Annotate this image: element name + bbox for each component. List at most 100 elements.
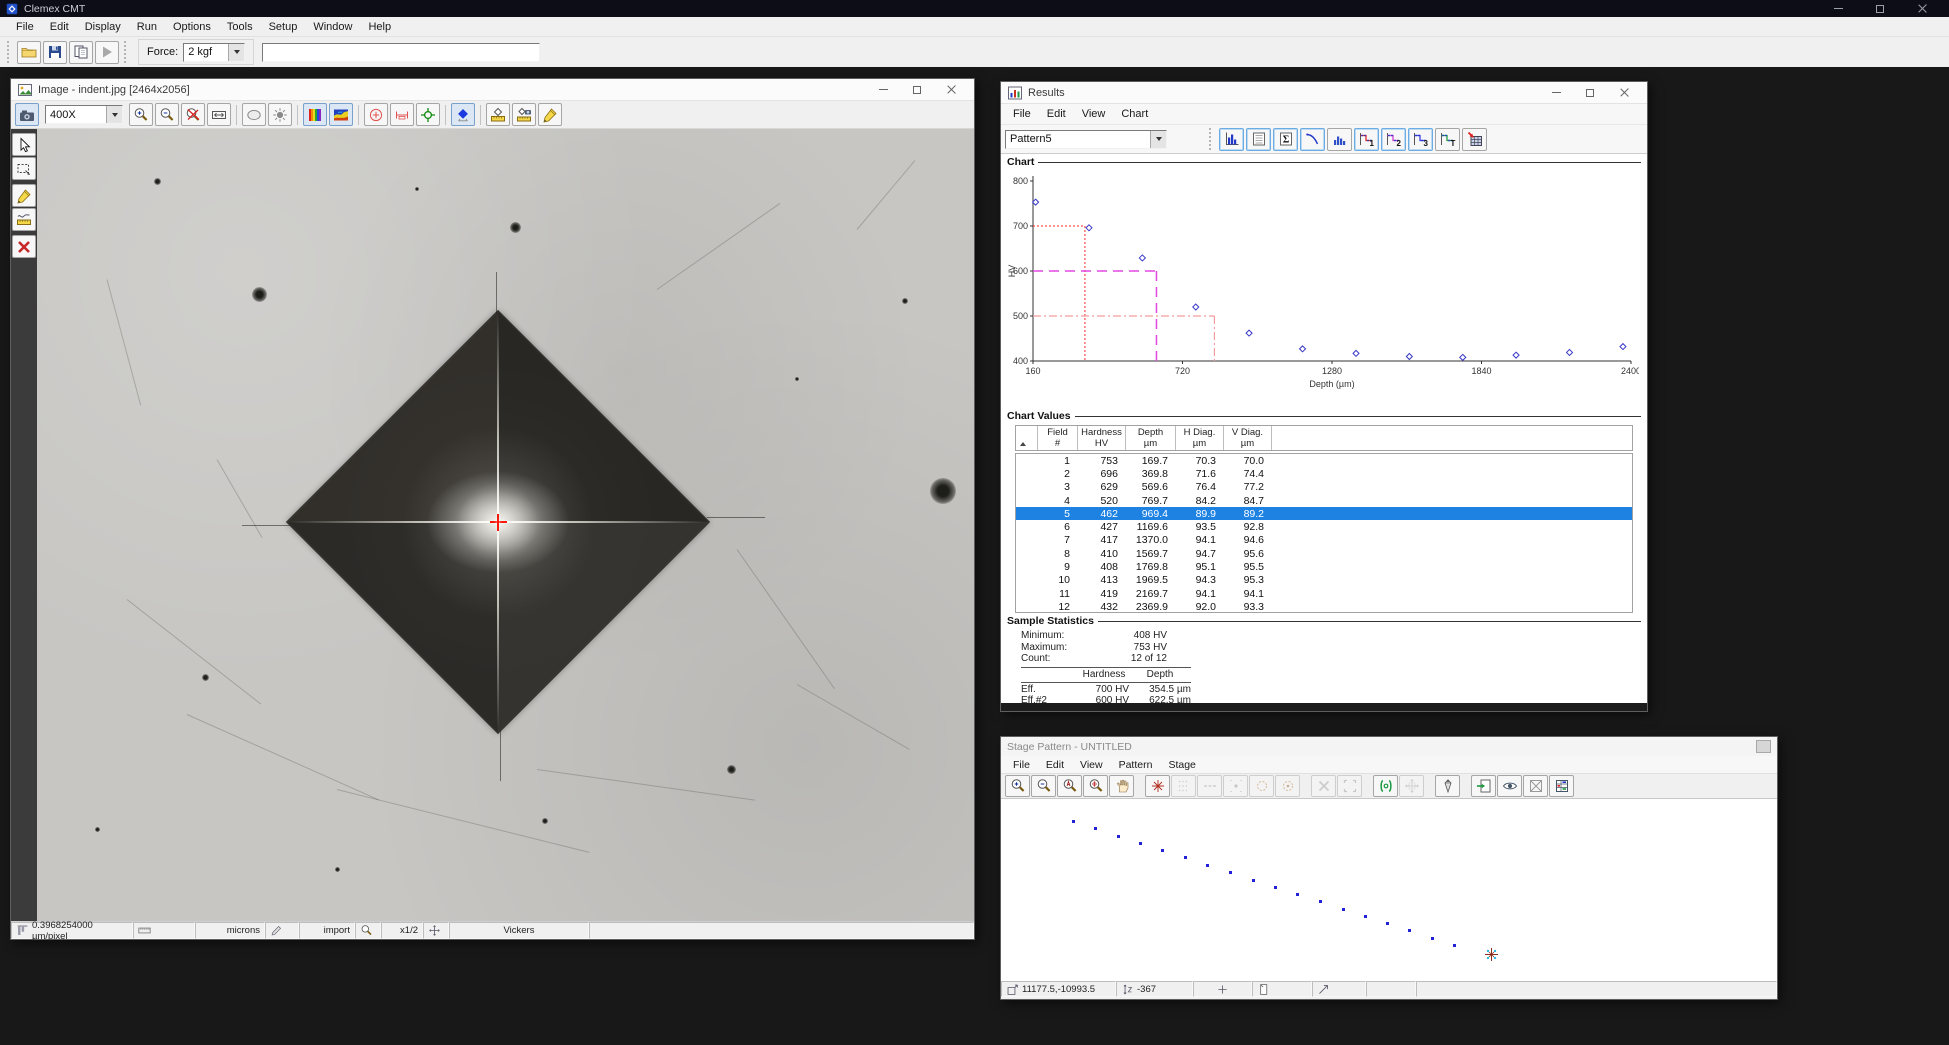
stage-position-marker[interactable] [1484,947,1499,962]
auto-measure-button[interactable] [486,103,510,126]
zoom-in-button[interactable] [1005,775,1030,797]
export-table-button[interactable] [1462,128,1487,151]
calibrate-button[interactable] [1373,775,1398,797]
indent-point[interactable] [1184,856,1187,859]
maximize-button[interactable] [1859,0,1901,17]
threshold-t-button[interactable]: T [1435,128,1460,151]
threshold-1-button[interactable]: 1 [1354,128,1379,151]
window-resize-edge[interactable] [1001,703,1647,711]
column-header[interactable]: Depthµm [1126,426,1176,450]
chart-histogram-button[interactable] [1219,128,1244,151]
zoom-in-button[interactable] [129,103,153,126]
column-header[interactable]: HardnessHV [1078,426,1126,450]
chart-values-row[interactable]: 5462969.489.989.2 [1016,507,1632,520]
indent-point[interactable] [1274,886,1277,889]
chart-values-row[interactable]: 74171370.094.194.6 [1016,534,1632,547]
minimize-button[interactable] [1539,83,1573,103]
micrograph-canvas[interactable] [37,129,974,921]
chevron-down-icon[interactable] [1150,131,1166,148]
indent-point[interactable] [1386,922,1389,925]
copy-button[interactable] [69,41,93,64]
indent-point[interactable] [1319,900,1322,903]
chart-values-row[interactable]: 1753169.770.370.0 [1016,454,1632,467]
indent-point[interactable] [1408,929,1411,932]
run-button[interactable] [95,41,119,64]
menu-edit[interactable]: Edit [1039,104,1074,124]
indent-measure-button[interactable] [390,103,414,126]
import-pattern-button[interactable] [1471,775,1496,797]
maximize-button[interactable] [900,80,934,100]
force-select[interactable]: 2 kgf [183,43,245,62]
menu-run[interactable]: Run [129,17,165,36]
menu-help[interactable]: Help [360,17,399,36]
pattern-point-button[interactable] [1223,775,1248,797]
close-button[interactable] [934,80,968,100]
menu-file[interactable]: File [8,17,42,36]
menu-window[interactable]: Window [305,17,360,36]
colormap-button[interactable] [329,103,353,126]
chart-values-row[interactable]: 64271169.693.592.8 [1016,520,1632,533]
zoom-reset-button[interactable] [181,103,205,126]
pointer-tool-button[interactable] [12,133,36,156]
chart-values-row[interactable]: 2696369.871.674.4 [1016,467,1632,480]
stage-target-button[interactable] [416,103,440,126]
indent-point[interactable] [1364,915,1367,918]
delete-tool-button[interactable] [12,235,36,258]
select-region-tool-button[interactable] [12,157,36,180]
chart-values-row[interactable]: 114192169.794.194.1 [1016,587,1632,600]
pattern-grid-button[interactable] [1171,775,1196,797]
indent-point[interactable] [1453,944,1456,947]
indenter-button[interactable] [451,103,475,126]
chart-values-row[interactable]: 4520769.784.284.7 [1016,494,1632,507]
edit-pencil-button[interactable] [538,103,562,126]
close-button[interactable] [1607,83,1641,103]
indent-point[interactable] [1094,827,1097,830]
menu-stage[interactable]: Stage [1160,756,1203,773]
menu-file[interactable]: File [1005,756,1038,773]
palette-button[interactable] [303,103,327,126]
indent-point[interactable] [1342,908,1345,911]
indent-point[interactable] [1117,835,1120,838]
pattern-circle-button[interactable] [1249,775,1274,797]
preview-button[interactable] [1497,775,1522,797]
menu-display[interactable]: Display [77,17,129,36]
zoom-out-button[interactable] [1031,775,1056,797]
pattern-circle-point-button[interactable] [1275,775,1300,797]
indenter-head-button[interactable] [1435,775,1460,797]
chart-values-row[interactable]: 3629569.676.477.2 [1016,481,1632,494]
zoom-selection-button[interactable] [1057,775,1082,797]
menu-chart[interactable]: Chart [1113,104,1156,124]
distribution-button[interactable] [1327,128,1352,151]
menu-options[interactable]: Options [165,17,219,36]
indent-point[interactable] [1296,893,1299,896]
menu-pattern[interactable]: Pattern [1111,756,1161,773]
camera-button[interactable] [15,103,39,126]
add-indent-point-button[interactable] [1145,775,1170,797]
column-header[interactable]: Field# [1038,426,1078,450]
magnification-select[interactable]: 400X [45,105,123,124]
close-button[interactable] [1901,0,1943,17]
chart-values-row[interactable]: 104131969.594.395.3 [1016,574,1632,587]
fit-width-button[interactable] [207,103,231,126]
chart-values-row[interactable]: 124322369.992.093.3 [1016,600,1632,613]
indent-mark-button[interactable] [364,103,388,126]
sort-column-header[interactable] [1016,426,1038,450]
pattern-line-button[interactable] [1197,775,1222,797]
select-area-button[interactable] [1337,775,1362,797]
indent-point[interactable] [1072,820,1075,823]
open-button[interactable] [17,41,41,64]
menu-tools[interactable]: Tools [219,17,261,36]
chart-values-row[interactable]: 94081769.895.195.5 [1016,560,1632,573]
minimize-button[interactable] [866,80,900,100]
clear-pattern-button[interactable] [1523,775,1548,797]
column-header[interactable]: V Diag.µm [1224,426,1272,450]
indent-point[interactable] [1252,879,1255,882]
acquire-measure-button[interactable] [512,103,536,126]
threshold-2-button[interactable]: 2 [1381,128,1406,151]
draw-tool-button[interactable] [12,184,36,207]
menu-view[interactable]: View [1074,104,1114,124]
chevron-down-icon[interactable] [228,44,244,61]
statistics-button[interactable]: Σ [1273,128,1298,151]
maximize-button[interactable] [1573,83,1607,103]
report-view-button[interactable] [1246,128,1271,151]
